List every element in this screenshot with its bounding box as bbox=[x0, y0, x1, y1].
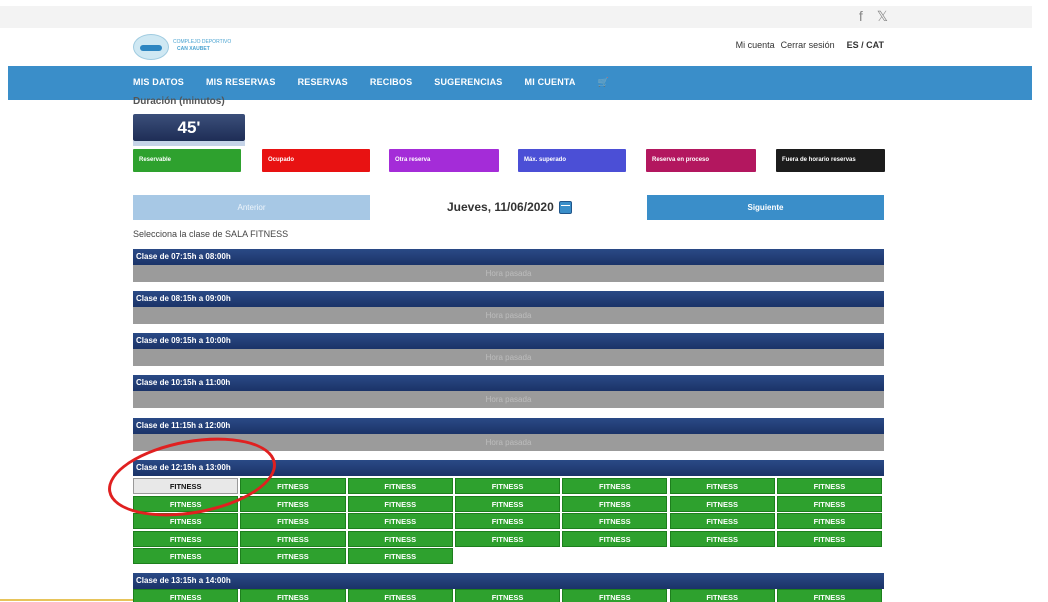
legend-otra-reserva: Otra reserva bbox=[389, 149, 499, 172]
fitness-class-cell[interactable]: FITNESS bbox=[347, 513, 453, 529]
nav-reservas[interactable]: RESERVAS bbox=[298, 77, 348, 88]
nav-mi-cuenta[interactable]: MI CUENTA bbox=[525, 77, 576, 88]
slot-header: Clase de 10:15h a 11:00h bbox=[133, 375, 884, 391]
social-links: f 𝕏 bbox=[859, 8, 888, 25]
cart-icon[interactable]: 🛒 bbox=[598, 77, 609, 88]
legend-reservable: Reservable bbox=[133, 149, 241, 172]
nav-sugerencias[interactable]: SUGERENCIAS bbox=[434, 77, 502, 88]
calendar-icon[interactable] bbox=[558, 200, 572, 214]
logout-link[interactable]: Cerrar sesión bbox=[781, 40, 835, 50]
legend-ocupado: Ocupado bbox=[262, 149, 370, 172]
bottom-accent-line bbox=[0, 599, 133, 601]
fitness-class-cell[interactable]: FITNESS bbox=[669, 495, 775, 512]
nav-mis-datos[interactable]: MIS DATOS bbox=[133, 77, 184, 88]
logo[interactable]: COMPLEJO DEPORTIVO CAN XAUBET bbox=[133, 30, 231, 62]
account-links: Mi cuenta Cerrar sesión ES / CAT bbox=[736, 40, 884, 50]
legend-max-superado: Máx. superado bbox=[518, 149, 626, 172]
fitness-class-cell[interactable]: FITNESS bbox=[776, 495, 883, 512]
fitness-class-cell[interactable]: FITNESS bbox=[347, 589, 453, 602]
current-date: Jueves, 11/06/2020 bbox=[447, 200, 572, 214]
slot-past-status: Hora pasada bbox=[133, 265, 884, 282]
slot-header: Clase de 11:15h a 12:00h bbox=[133, 418, 884, 434]
slot-header: Clase de 07:15h a 08:00h bbox=[133, 249, 884, 265]
previous-day-button[interactable]: Anterior bbox=[133, 195, 370, 220]
fitness-class-cell[interactable]: FITNESS bbox=[562, 530, 668, 547]
facebook-icon[interactable]: f bbox=[859, 8, 863, 25]
main-nav: MIS DATOS MIS RESERVAS RESERVAS RECIBOS … bbox=[8, 66, 1032, 100]
fitness-class-cell[interactable]: FITNESS bbox=[776, 478, 883, 494]
slot-past-status: Hora pasada bbox=[133, 391, 884, 408]
fitness-class-cell[interactable]: FITNESS bbox=[454, 530, 561, 547]
select-class-prompt: Selecciona la clase de SALA FITNESS bbox=[133, 229, 289, 239]
fitness-class-cell[interactable]: FITNESS bbox=[562, 513, 668, 529]
nav-mis-reservas[interactable]: MIS RESERVAS bbox=[206, 77, 276, 88]
fitness-class-cell[interactable]: FITNESS bbox=[454, 495, 561, 512]
legend-fuera-de-horario: Fuera de horario reservas bbox=[776, 149, 885, 172]
fitness-class-cell[interactable]: FITNESS bbox=[133, 589, 239, 602]
duration-value: 45' bbox=[133, 114, 245, 146]
fitness-class-cell[interactable]: FITNESS bbox=[240, 548, 346, 564]
fitness-class-cell[interactable]: FITNESS bbox=[133, 548, 239, 564]
slot-header: Clase de 09:15h a 10:00h bbox=[133, 333, 884, 349]
next-day-button[interactable]: Siguiente bbox=[647, 195, 884, 220]
duration-label: Duración (minutos) bbox=[133, 96, 225, 107]
fitness-class-cell[interactable]: FITNESS bbox=[133, 530, 239, 547]
fitness-class-grid: FITNESS FITNESS FITNESS FITNESS FITNESS FITNE… bbox=[133, 589, 884, 602]
slot-header: Clase de 13:15h a 14:00h bbox=[133, 573, 884, 589]
status-legend: Reservable Ocupado Otra reserva Máx. sup… bbox=[133, 149, 885, 172]
date-text: Jueves, 11/06/2020 bbox=[447, 200, 554, 214]
fitness-class-cell[interactable]: FITNESS bbox=[347, 530, 453, 547]
fitness-class-cell[interactable]: FITNESS bbox=[240, 530, 346, 547]
fitness-class-cell[interactable]: FITNESS bbox=[240, 589, 346, 602]
logo-line1: COMPLEJO DEPORTIVO bbox=[173, 39, 232, 45]
fitness-class-cell[interactable]: FITNESS bbox=[776, 530, 883, 547]
fitness-class-cell[interactable]: FITNESS bbox=[347, 495, 453, 512]
logo-line2: CAN XAUBET bbox=[177, 46, 210, 52]
fitness-class-cell[interactable]: FITNESS bbox=[454, 478, 561, 494]
logo-mark bbox=[133, 34, 169, 60]
slot-past-status: Hora pasada bbox=[133, 349, 884, 366]
fitness-class-cell[interactable]: FITNESS bbox=[562, 589, 668, 602]
fitness-class-cell[interactable]: FITNESS bbox=[562, 495, 668, 512]
fitness-class-cell[interactable]: FITNESS bbox=[669, 589, 775, 602]
class-slot: Clase de 08:15h a 09:00h Hora pasada bbox=[133, 291, 884, 324]
fitness-class-cell[interactable]: FITNESS bbox=[347, 548, 453, 564]
fitness-class-cell[interactable]: FITNESS bbox=[669, 513, 775, 529]
fitness-class-cell[interactable]: FITNESS bbox=[347, 478, 453, 494]
fitness-class-cell[interactable]: FITNESS bbox=[240, 495, 346, 512]
class-slot: Clase de 13:15h a 14:00h bbox=[133, 573, 884, 589]
twitter-icon[interactable]: 𝕏 bbox=[877, 8, 888, 25]
fitness-class-cell[interactable]: FITNESS bbox=[240, 513, 346, 529]
slot-header: Clase de 08:15h a 09:00h bbox=[133, 291, 884, 307]
fitness-class-cell[interactable]: FITNESS bbox=[562, 478, 668, 494]
fitness-class-cell[interactable]: FITNESS bbox=[669, 530, 775, 547]
nav-recibos[interactable]: RECIBOS bbox=[370, 77, 412, 88]
fitness-class-cell[interactable]: FITNESS bbox=[454, 589, 561, 602]
fitness-class-cell[interactable]: FITNESS bbox=[776, 513, 883, 529]
language-switch[interactable]: ES / CAT bbox=[847, 40, 884, 50]
class-slot: Clase de 10:15h a 11:00h Hora pasada bbox=[133, 375, 884, 408]
fitness-class-cell[interactable]: FITNESS bbox=[776, 589, 883, 602]
fitness-class-cell[interactable]: FITNESS bbox=[454, 513, 561, 529]
class-slot: Clase de 09:15h a 10:00h Hora pasada bbox=[133, 333, 884, 366]
fitness-class-cell[interactable]: FITNESS bbox=[669, 478, 775, 494]
my-account-link[interactable]: Mi cuenta bbox=[736, 40, 775, 50]
slot-past-status: Hora pasada bbox=[133, 307, 884, 324]
legend-reserva-en-proceso: Reserva en proceso bbox=[646, 149, 756, 172]
class-slot: Clase de 07:15h a 08:00h Hora pasada bbox=[133, 249, 884, 282]
